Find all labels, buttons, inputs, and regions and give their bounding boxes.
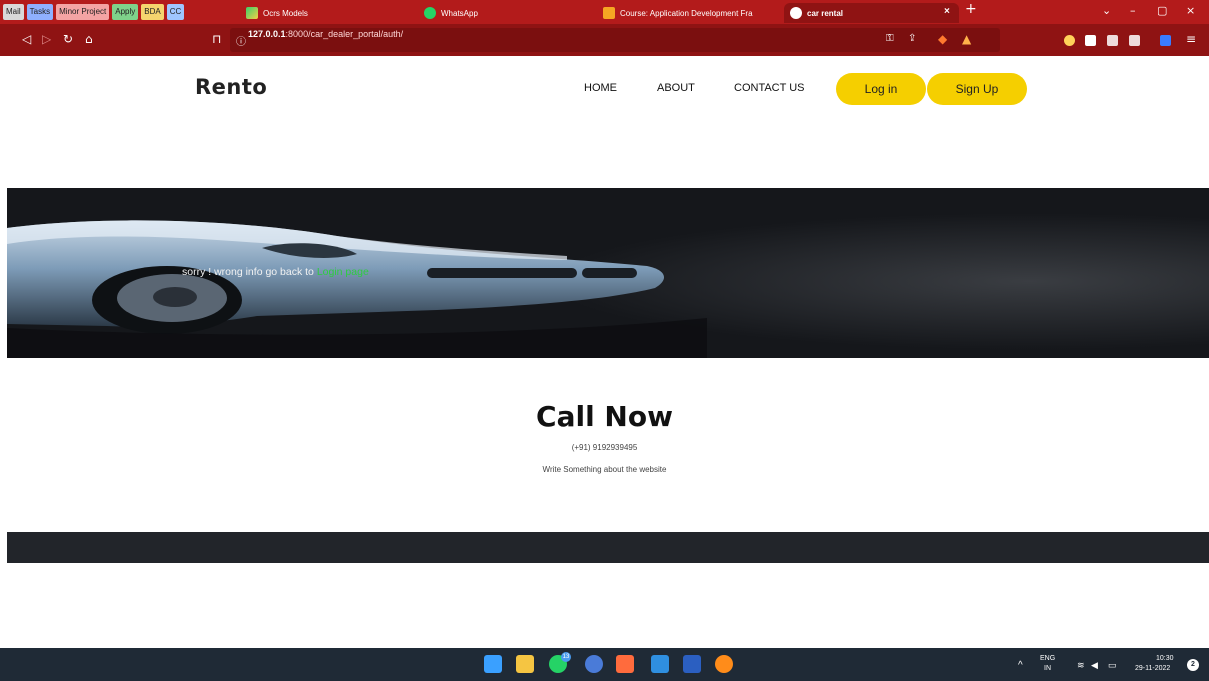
windows-taskbar — [0, 648, 1209, 681]
bookmark-icon[interactable]: ⊓ — [212, 32, 221, 46]
call-now-heading: Call Now — [536, 400, 673, 433]
menu-icon[interactable]: ≡ — [1186, 32, 1196, 46]
tab-course[interactable]: Course: Application Development Fra — [603, 3, 781, 23]
url-text: 127.0.0.1:8000/car_dealer_portal/auth/ — [248, 29, 404, 39]
back-icon[interactable]: ◁ — [22, 32, 31, 46]
lang-bottom[interactable]: IN — [1044, 665, 1051, 672]
footer-band — [7, 532, 1209, 563]
minimize-icon[interactable]: – — [1130, 4, 1136, 17]
reload-icon[interactable]: ↻ — [63, 32, 73, 46]
close-tab-icon[interactable]: × — [944, 6, 950, 17]
login-page-link[interactable]: Login page — [317, 266, 369, 278]
sidebar-icon[interactable] — [1107, 35, 1118, 46]
vscode-taskbar-icon[interactable] — [651, 655, 669, 673]
file-explorer-icon[interactable] — [516, 655, 534, 673]
globe-icon — [790, 7, 802, 19]
nav-contact[interactable]: CONTACT US — [734, 82, 805, 94]
phone-number: (+91) 9192939495 — [571, 443, 638, 452]
lang-top[interactable]: ENG — [1040, 655, 1055, 662]
clock-time[interactable]: 10:30 — [1156, 655, 1174, 662]
bookmark-minor-project[interactable]: Minor Project — [56, 4, 110, 20]
info-icon[interactable]: ⓘ — [236, 33, 246, 48]
app-taskbar-icon[interactable] — [585, 655, 603, 673]
colab-icon — [246, 7, 258, 19]
nav-about[interactable]: ABOUT — [657, 82, 695, 94]
word-taskbar-icon[interactable] — [683, 655, 701, 673]
tab-search-chevron-icon[interactable]: ⌄ — [1102, 4, 1111, 17]
site-logo[interactable]: Rento — [195, 75, 267, 99]
brave-rewards-icon[interactable]: ▲ — [962, 32, 971, 46]
website-description: Write Something about the website — [542, 465, 667, 474]
nav-home[interactable]: HOME — [584, 82, 617, 94]
brave-shield-icon[interactable]: ◆ — [938, 32, 947, 46]
bookmark-mail[interactable]: Mail — [3, 4, 24, 20]
wallet-icon[interactable] — [1129, 35, 1140, 46]
whatsapp-badge: 13 — [561, 652, 571, 662]
home-icon[interactable]: ⌂ — [85, 32, 93, 46]
clock-date[interactable]: 29-11-2022 — [1135, 665, 1170, 672]
profile-icon[interactable] — [1160, 35, 1171, 46]
share-icon[interactable]: ⇪ — [908, 33, 916, 44]
tray-chevron-icon[interactable]: ^ — [1018, 660, 1023, 671]
bookmark-tasks[interactable]: Tasks — [26, 4, 54, 20]
notification-badge[interactable]: 2 — [1187, 659, 1199, 671]
pin-icon[interactable] — [1085, 35, 1096, 46]
battery-icon[interactable]: ▭ — [1108, 660, 1117, 671]
moodle-icon — [603, 7, 615, 19]
firefox-taskbar-icon[interactable] — [715, 655, 733, 673]
close-window-icon[interactable]: × — [1186, 4, 1195, 17]
wifi-icon[interactable]: ≋ — [1077, 660, 1085, 671]
extension-icon[interactable] — [1064, 35, 1075, 46]
tab-whatsapp[interactable]: WhatsApp — [424, 3, 584, 23]
tab-ocrs-models[interactable]: Ocrs Models — [246, 3, 406, 23]
tab-car-rental[interactable]: car rental × — [784, 3, 959, 23]
key-icon[interactable]: ⚿ — [886, 33, 894, 44]
bookmark-apply[interactable]: Apply — [112, 4, 139, 20]
windows-start-icon[interactable] — [484, 655, 502, 673]
new-tab-icon[interactable]: + — [965, 1, 977, 17]
login-button[interactable]: Log in — [836, 73, 926, 105]
error-message: sorry ! wrong info go back to Login page — [182, 266, 369, 278]
forward-icon[interactable]: ▷ — [42, 32, 51, 46]
bookmark-cc[interactable]: CC — [166, 4, 185, 20]
maximize-icon[interactable]: ▢ — [1157, 4, 1167, 17]
brave-taskbar-icon[interactable] — [616, 655, 634, 673]
address-bar-row: ◁ ▷ ↻ ⌂ ⊓ ⓘ ⚿ ⇪ ◆ ▲ — [0, 24, 1209, 56]
volume-icon[interactable]: ◀ — [1091, 660, 1098, 671]
whatsapp-icon — [424, 7, 436, 19]
bookmark-bda[interactable]: BDA — [141, 4, 164, 20]
signup-button[interactable]: Sign Up — [927, 73, 1027, 105]
